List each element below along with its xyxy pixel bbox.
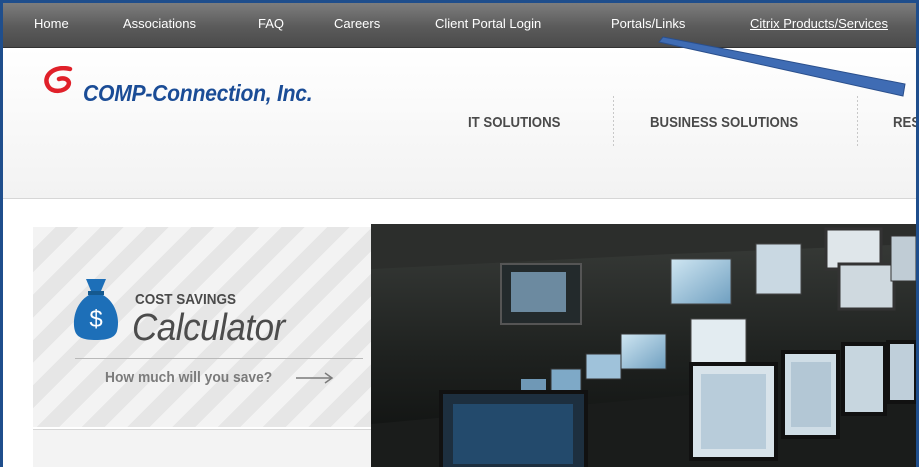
control-room-photo (371, 224, 916, 467)
divider-line (75, 358, 363, 359)
swoosh-logo-icon[interactable] (40, 66, 82, 96)
dollar-sign: $ (89, 306, 102, 333)
nav-portals-links-link[interactable]: Portals/Links (611, 16, 685, 31)
nav-citrix-products-link[interactable]: Citrix Products/Services (750, 16, 888, 31)
company-logo-text[interactable]: COMP-Connection, Inc. (83, 80, 313, 107)
calculator-heading: Calculator (132, 307, 285, 349)
mainnav-resources-partial[interactable]: RES (893, 114, 916, 131)
cost-savings-calculator-panel[interactable]: $ COST SAVINGS Calculator How much will … (33, 227, 372, 427)
cost-savings-title: COST SAVINGS (135, 291, 237, 308)
mainnav-business-solutions[interactable]: BUSINESS SOLUTIONS (650, 114, 798, 131)
browser-viewport: Home Associations FAQ Careers Client Por… (3, 3, 916, 467)
nav-divider (613, 96, 614, 148)
nav-faq-link[interactable]: FAQ (258, 16, 284, 31)
sidebar-lower-panel (33, 429, 371, 467)
nav-client-portal-login-link[interactable]: Client Portal Login (435, 16, 541, 31)
nav-divider (857, 96, 858, 148)
top-navigation-bar: Home Associations FAQ Careers Client Por… (3, 3, 916, 48)
arrow-right-icon[interactable] (295, 371, 335, 385)
how-much-save-link[interactable]: How much will you save? (105, 369, 272, 386)
mainnav-it-solutions[interactable]: IT SOLUTIONS (468, 114, 560, 131)
money-bag-icon: $ (73, 279, 119, 340)
nav-home-link[interactable]: Home (34, 16, 69, 31)
nav-associations-link[interactable]: Associations (123, 16, 196, 31)
nav-careers-link[interactable]: Careers (334, 16, 380, 31)
